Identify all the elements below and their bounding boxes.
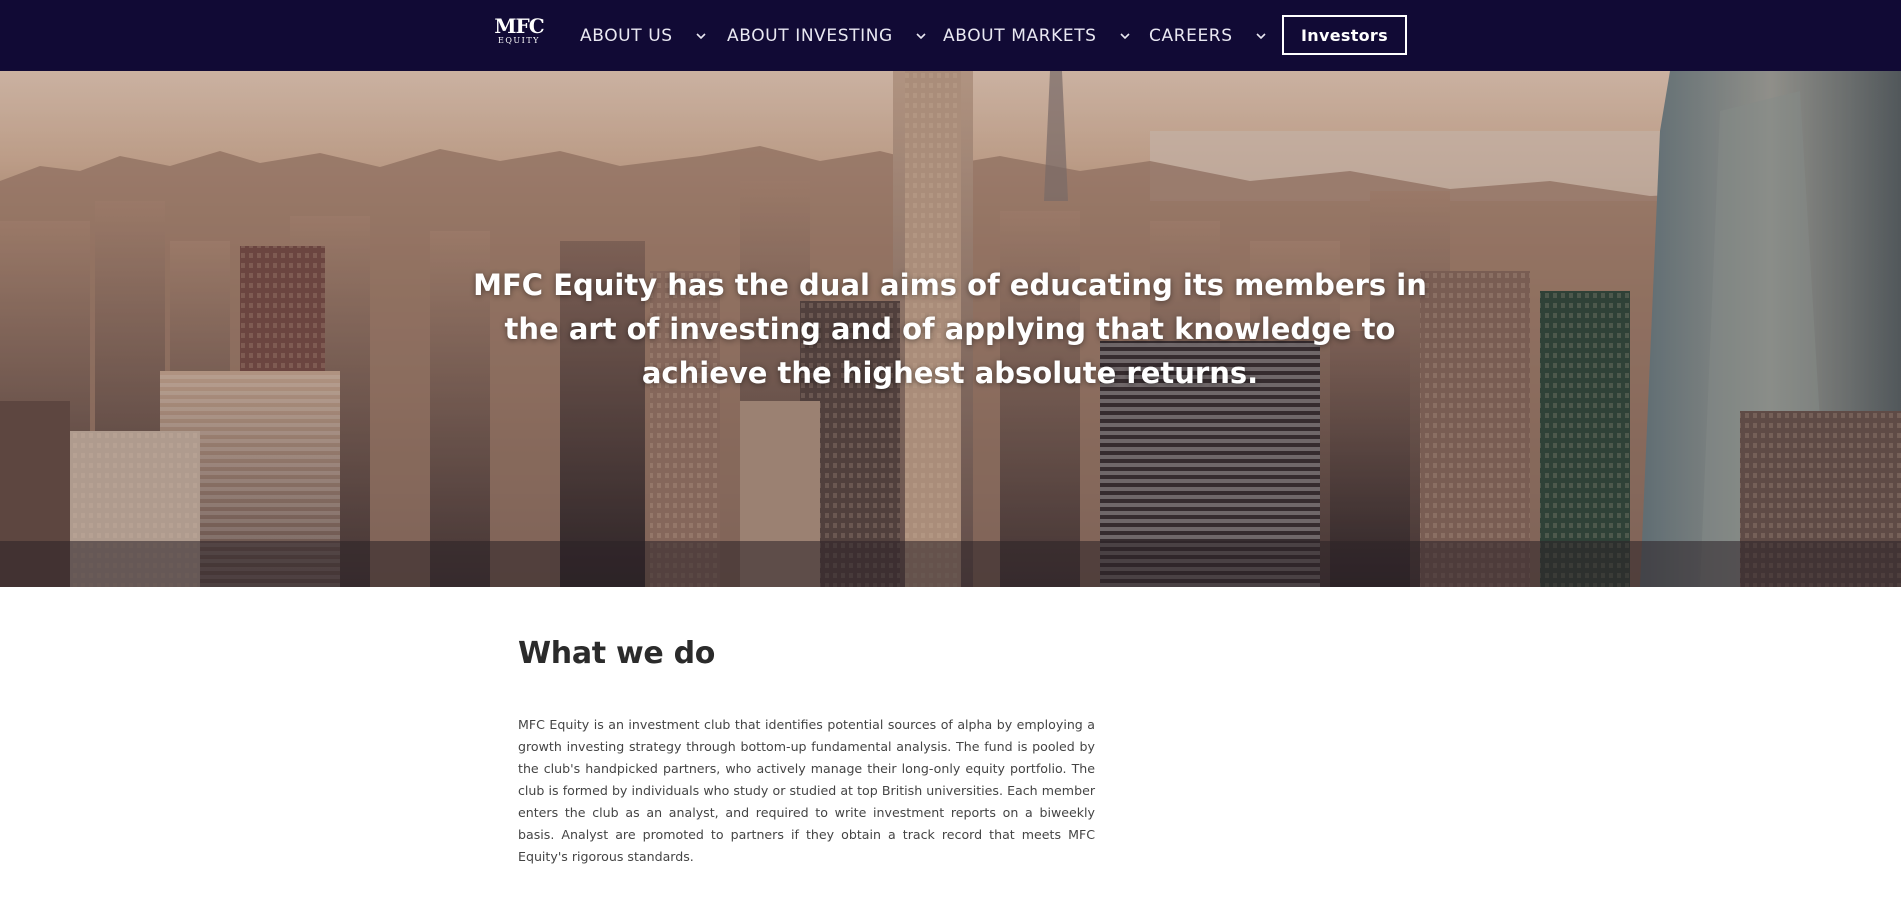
hero-banner: MFC Equity has the dual aims of educatin… [0, 71, 1901, 587]
chevron-down-icon [695, 30, 707, 42]
section-title-what-we-do: What we do [518, 636, 716, 671]
chevron-down-icon [1119, 30, 1131, 42]
nav-item-label: ABOUT MARKETS [943, 25, 1097, 46]
nav-item-label: ABOUT US [580, 25, 673, 46]
top-navigation-bar: MFC EQUITY ABOUT US ABOUT INVESTING ABOU… [0, 0, 1901, 71]
mfc-equity-logo[interactable]: MFC EQUITY [494, 16, 544, 50]
chevron-down-icon [1255, 30, 1267, 42]
nav-item-label: ABOUT INVESTING [727, 25, 893, 46]
investors-button[interactable]: Investors [1282, 15, 1407, 55]
nav-item-about-markets[interactable]: ABOUT MARKETS [943, 0, 1131, 71]
nav-item-label: CAREERS [1149, 25, 1233, 46]
logo-subtitle: EQUITY [498, 36, 540, 45]
section-body-what-we-do: MFC Equity is an investment club that id… [518, 717, 1095, 864]
logo-wordmark: MFC [494, 14, 544, 38]
nav-item-careers[interactable]: CAREERS [1149, 0, 1267, 71]
hero-headline: MFC Equity has the dual aims of educatin… [473, 268, 1427, 390]
nav-item-about-us[interactable]: ABOUT US [580, 0, 707, 71]
chevron-down-icon [915, 30, 927, 42]
nav-item-about-investing[interactable]: ABOUT INVESTING [727, 0, 927, 71]
